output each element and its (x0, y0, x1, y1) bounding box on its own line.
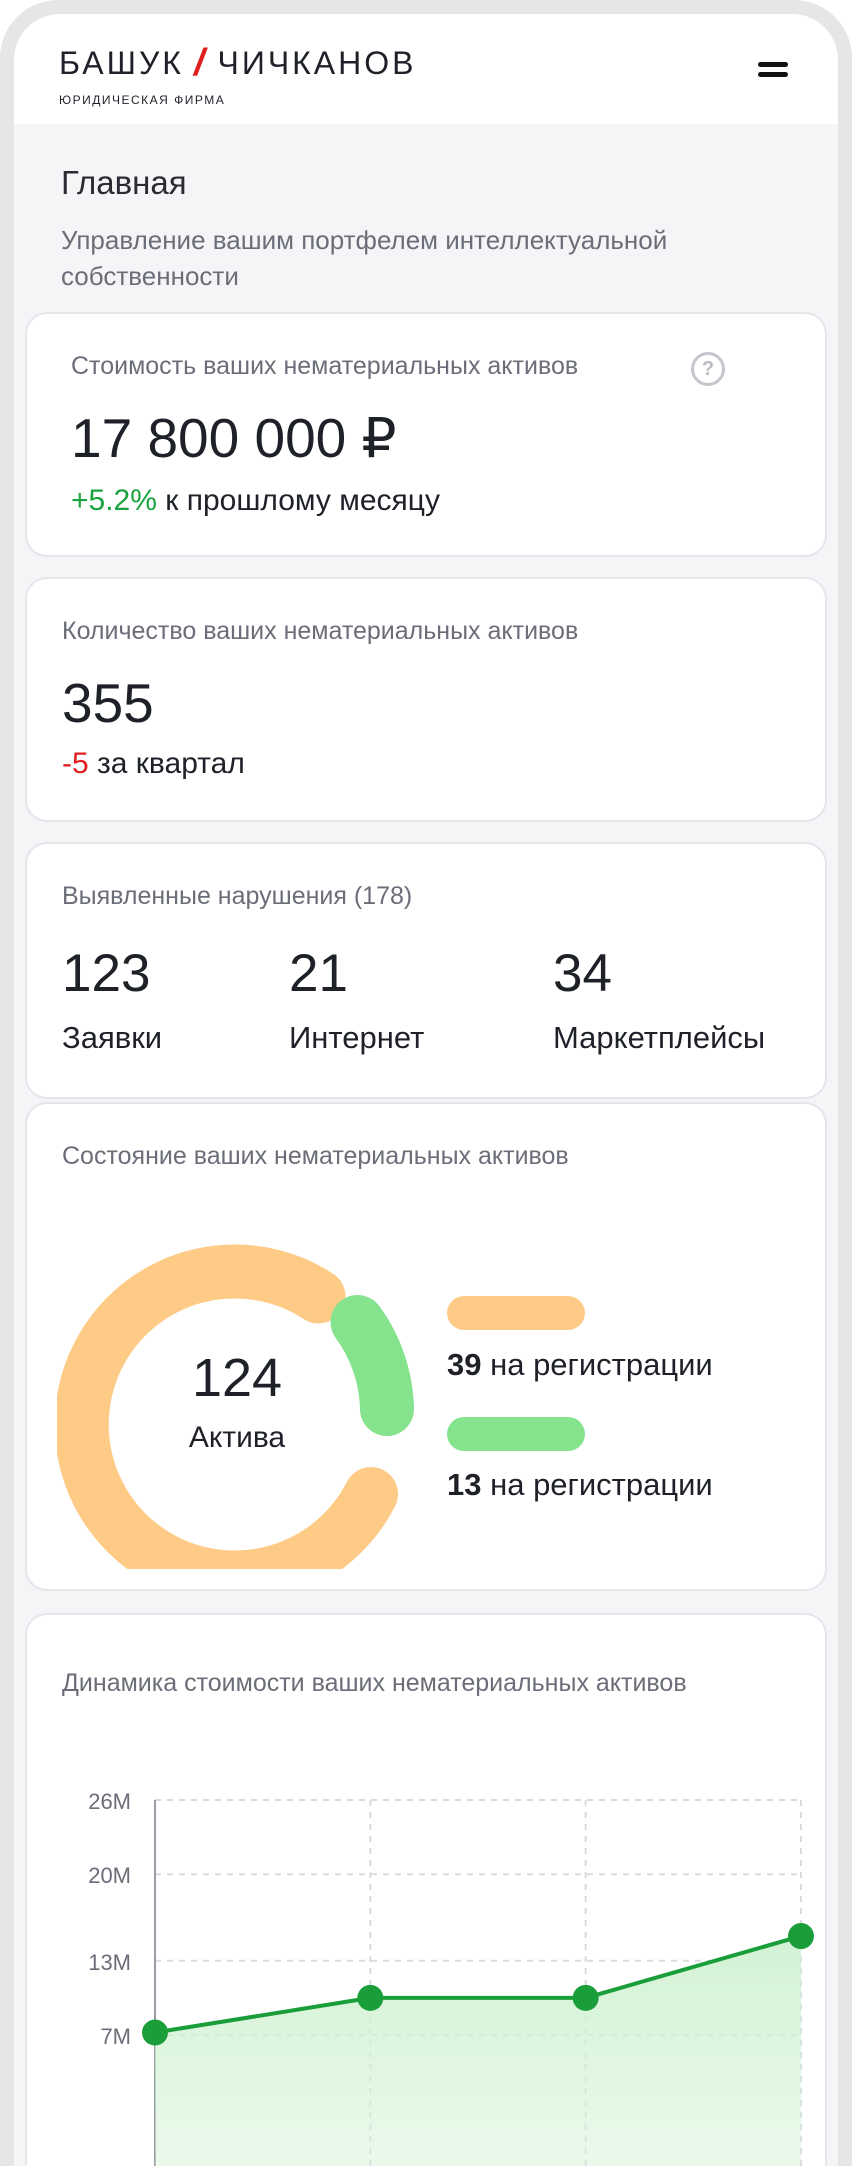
assets-count-delta-suffix: за квартал (88, 747, 245, 780)
violations-card: Выявленные нарушения (178) 123 Заявки 21… (25, 842, 827, 1099)
assets-count-delta: -5 (62, 747, 89, 780)
donut-total-label: Актива (188, 1421, 286, 1454)
assets-count-card: Количество ваших нематериальных активов … (25, 577, 827, 822)
firm-logo[interactable]: БАШУК / ЧИЧКАНОВ ЮРИДИЧЕСКАЯ ФИРМА (59, 42, 416, 107)
legend-green-text: 13 на регистрации (447, 1467, 713, 1503)
chart-y-tick-label: 26M (88, 1789, 131, 1814)
assets-value-amount: 17 800 000 ₽ (71, 407, 397, 469)
device-frame: БАШУК / ЧИЧКАНОВ ЮРИДИЧЕСКАЯ ФИРМА Главн… (0, 0, 852, 2166)
assets-dynamics-card: Динамика стоимости ваших нематериальных … (25, 1613, 827, 2166)
chart-area-fill (155, 1936, 801, 2166)
chart-data-point (357, 1984, 384, 2011)
hamburger-menu-icon[interactable] (758, 62, 790, 80)
legend-green-count: 13 (447, 1467, 482, 1502)
assets-value-label: Стоимость ваших нематериальных активов (71, 352, 579, 380)
assets-count-label: Количество ваших нематериальных активов (62, 617, 579, 645)
assets-value-delta-line: +5.2% к прошлому месяцу (71, 484, 440, 518)
assets-value-card: Стоимость ваших нематериальных активов ?… (25, 312, 827, 557)
app-header: БАШУК / ЧИЧКАНОВ ЮРИДИЧЕСКАЯ ФИРМА (14, 14, 838, 124)
chart-data-point (788, 1923, 814, 1950)
logo-name-left: БАШУК (59, 45, 184, 81)
logo-slash: / (193, 42, 208, 84)
legend-green-swatch (447, 1417, 585, 1451)
violations-marketplaces-label: Маркетплейсы (553, 1020, 766, 1055)
violations-applications-count: 123 (62, 944, 151, 1003)
chart-y-tick-label: 7M (100, 2024, 131, 2049)
violations-marketplaces-count: 34 (553, 944, 612, 1003)
assets-status-label: Состояние ваших нематериальных активов (62, 1142, 569, 1170)
logo-subtitle: ЮРИДИЧЕСКАЯ ФИРМА (59, 93, 226, 107)
page-title: Главная (61, 164, 187, 201)
logo-name-right: ЧИЧКАНОВ (217, 45, 417, 81)
legend-orange-label: на регистрации (481, 1347, 713, 1382)
chart-data-point (572, 1984, 599, 2011)
assets-count-value: 355 (62, 672, 154, 734)
legend-orange-text: 39 на регистрации (447, 1347, 713, 1383)
page-subtitle: Управление вашим портфелем интеллектуаль… (61, 225, 668, 291)
violations-applications-label: Заявки (62, 1020, 163, 1055)
assets-value-delta: +5.2% (71, 484, 157, 517)
chart-y-tick-label: 20M (88, 1863, 131, 1888)
app-screen: БАШУК / ЧИЧКАНОВ ЮРИДИЧЕСКАЯ ФИРМА Главн… (14, 14, 838, 2166)
assets-status-card: Состояние ваших нематериальных активов 1… (25, 1102, 827, 1591)
donut-total-value: 124 (191, 1348, 283, 1408)
donut-green-segment (330, 1295, 414, 1436)
legend-orange-swatch (447, 1296, 585, 1330)
chart-data-point (142, 2019, 168, 2046)
question-circle-icon[interactable]: ? (691, 352, 725, 386)
violations-internet-label: Интернет (289, 1020, 425, 1055)
legend-orange-count: 39 (447, 1347, 482, 1382)
violations-label: Выявленные нарушения (178) (62, 882, 413, 910)
assets-count-delta-line: -5 за квартал (62, 747, 245, 781)
legend-green-label: на регистрации (481, 1467, 713, 1502)
violations-internet-count: 21 (289, 944, 348, 1003)
chart-y-tick-label: 13M (88, 1950, 131, 1975)
dynamics-line-chart: 26M 20M 13M 7M (88, 1789, 814, 2166)
logo-wordmark: БАШУК / ЧИЧКАНОВ (59, 42, 416, 85)
assets-value-delta-suffix: к прошлому месяцу (156, 484, 440, 517)
